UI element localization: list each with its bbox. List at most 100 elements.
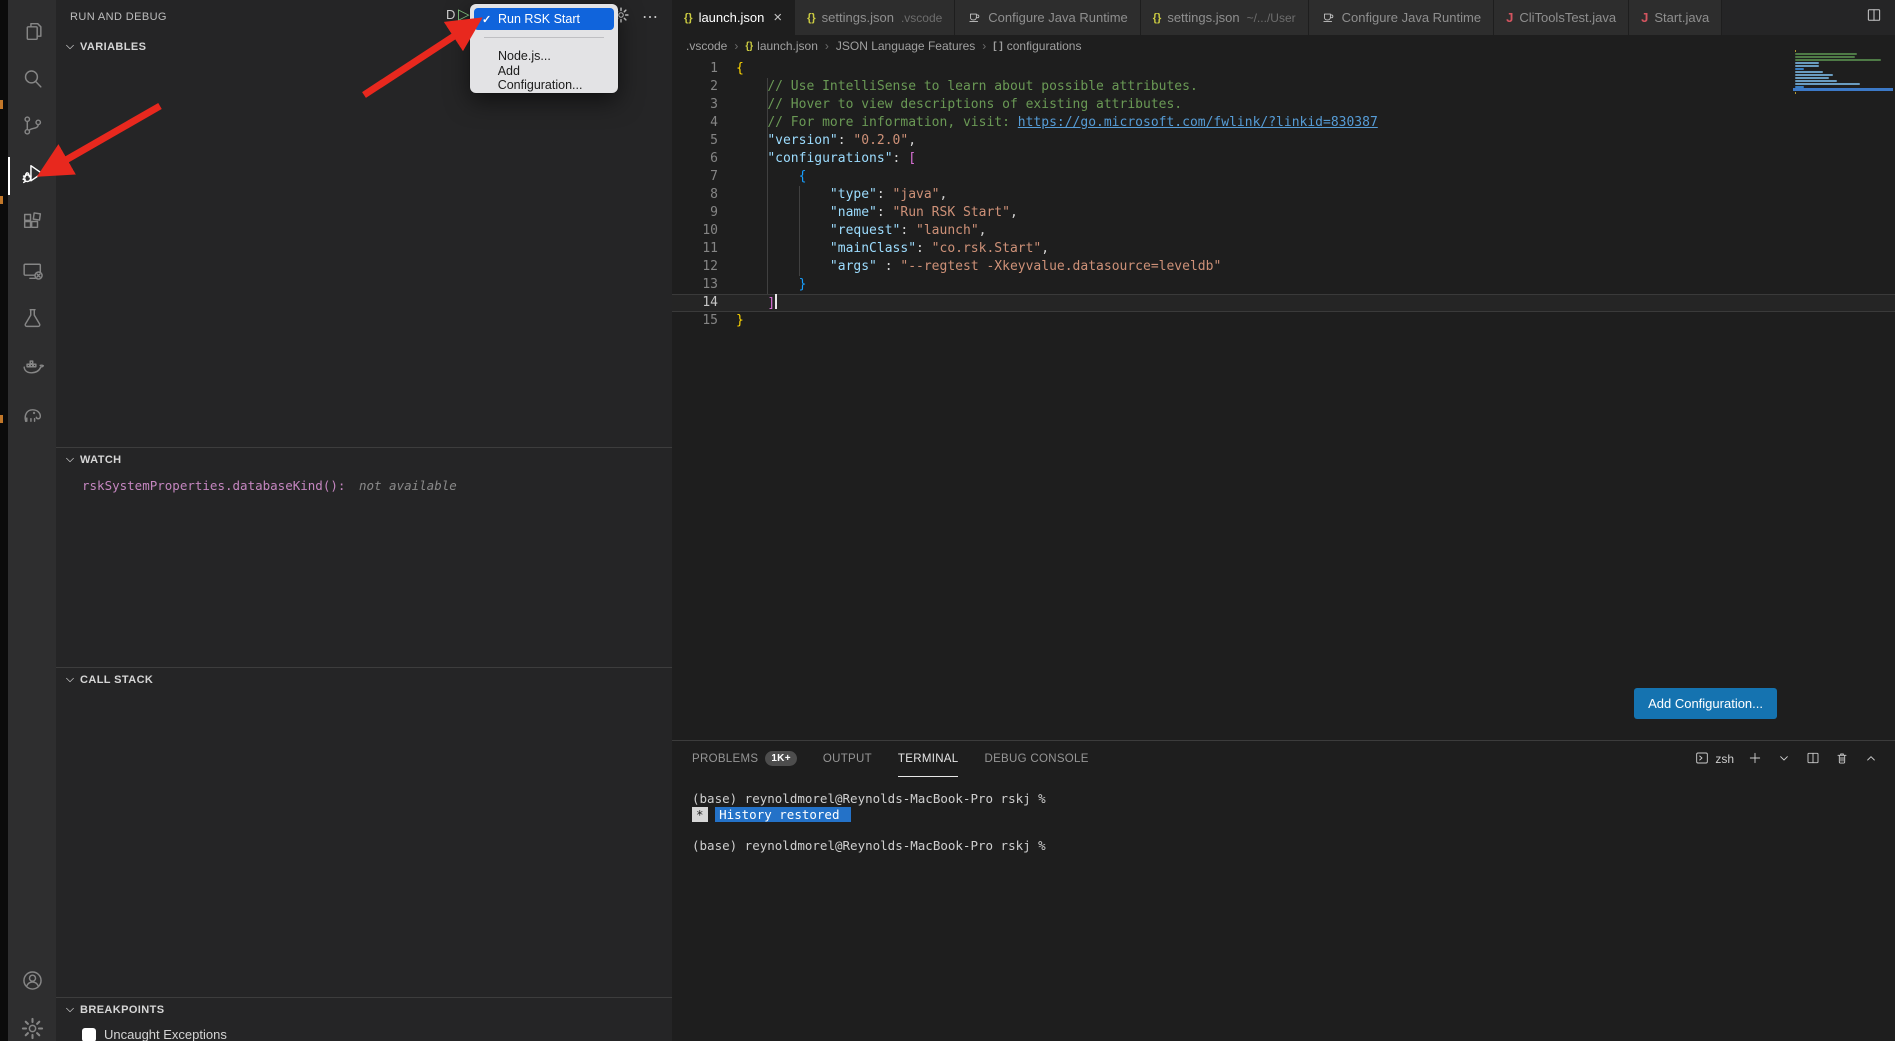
activity-item-run-and-debug[interactable] [8,154,56,198]
minimap-line [1795,50,1796,52]
breadcrumb-item[interactable]: {} launch.json [745,39,818,53]
code-line-12[interactable]: 12 "args" : "--regtest -Xkeyvalue.dataso… [672,258,1895,276]
breadcrumb-separator: › [825,39,829,53]
code-line-6[interactable]: 6 "configurations": [ [672,150,1895,168]
tab-detail: .vscode [901,11,942,25]
line-number: 2 [672,78,718,96]
minimap[interactable] [1793,48,1893,112]
new-terminal-button[interactable] [1747,750,1763,769]
activity-item-explorer[interactable] [8,12,56,56]
tab-clitoolstest-java[interactable]: JCliToolsTest.java [1494,0,1629,35]
breadcrumb-item[interactable]: JSON Language Features [836,39,975,53]
minimap-line [1795,71,1823,73]
code-editor[interactable]: 1{2 // Use IntelliSense to learn about p… [672,60,1895,330]
activity-item-settings[interactable] [8,1009,56,1041]
json-file-icon: {} [807,12,816,24]
panel-tab-debug-console[interactable]: DEBUG CONSOLE [984,741,1088,777]
code-line-15[interactable]: 15} [672,312,1895,330]
code-line-8[interactable]: 8 "type": "java", [672,186,1895,204]
panel-tab-problems[interactable]: PROBLEMS1K+ [692,741,797,777]
code-line-9[interactable]: 9 "name": "Run RSK Start", [672,204,1895,222]
kill-terminal-button[interactable] [1834,750,1850,769]
close-icon[interactable]: × [773,9,782,26]
line-content: "request": "launch", [736,222,986,240]
code-line-7[interactable]: 7 { [672,168,1895,186]
breadcrumb-icon: {} [745,41,753,52]
tab-settings-json[interactable]: {} settings.json .vscode [795,0,955,35]
more-actions-icon[interactable]: ⋯ [642,7,658,27]
plus-icon [1747,750,1763,769]
docker-icon [20,353,45,383]
breadcrumb-label: JSON Language Features [836,39,975,53]
chevron-down-icon [62,1003,78,1017]
minimap-line [1795,92,1796,94]
indent-guide [767,222,768,240]
call-stack-section: CALL STACK [56,667,672,692]
code-line-10[interactable]: 10 "request": "launch", [672,222,1895,240]
call-stack-section-header[interactable]: CALL STACK [56,668,672,692]
start-debugging-icon[interactable]: ▷ [458,5,470,23]
code-line-13[interactable]: 13 } [672,276,1895,294]
debug-icon [20,161,45,191]
tab-configure-java-runtime[interactable]: Configure Java Runtime [955,0,1140,35]
breadcrumb-item[interactable]: .vscode [686,39,727,53]
code-line-1[interactable]: 1{ [672,60,1895,78]
menu-item-run-rsk-start[interactable]: ✓Run RSK Start [474,8,614,30]
breadcrumb-label: .vscode [686,39,727,53]
menu-item-label: Run RSK Start [498,12,580,26]
line-content: { [736,60,744,78]
split-editor-icon[interactable] [1865,6,1883,29]
watch-section-header[interactable]: WATCH [56,448,672,472]
activity-item-extensions[interactable] [8,203,56,247]
activity-item-accounts[interactable] [8,961,56,1005]
launch-profile-button[interactable]: zsh [1694,750,1734,769]
activity-item-source-control[interactable] [8,106,56,150]
minimap-line [1795,65,1819,67]
activity-item-remote-explorer[interactable] [8,251,56,295]
activity-item-testing[interactable] [8,298,56,342]
code-line-5[interactable]: 5 "version": "0.2.0", [672,132,1895,150]
panel-tab-output[interactable]: OUTPUT [823,741,872,777]
activity-item-search[interactable] [8,59,56,103]
split-terminal-button[interactable] [1805,750,1821,769]
check-icon: ✓ [482,13,498,26]
code-line-2[interactable]: 2 // Use IntelliSense to learn about pos… [672,78,1895,96]
tab-label: settings.json [822,10,894,25]
uncaught-exceptions-checkbox[interactable] [82,1028,96,1041]
maximize-panel-button[interactable] [1863,750,1879,769]
breadcrumb-label: configurations [1007,39,1082,53]
code-line-3[interactable]: 3 // Hover to view descriptions of exist… [672,96,1895,114]
editor-tab-bar: {}launch.json× {} settings.json .vscode Conf… [672,0,1895,35]
java-cup-icon [1321,9,1336,27]
breadcrumb-separator: › [734,39,738,53]
code-line-4[interactable]: 4 // For more information, visit: https:… [672,114,1895,132]
activity-item-gradle[interactable] [8,395,56,439]
menu-item-add-configuration-[interactable]: Add Configuration... [474,67,614,89]
breadcrumb-label: launch.json [757,39,818,53]
watch-expression-row[interactable]: rskSystemProperties.databaseKind(): not … [82,478,672,493]
tab-launch-json[interactable]: {}launch.json× [672,0,795,35]
code-line-11[interactable]: 11 "mainClass": "co.rsk.Start", [672,240,1895,258]
panel-tab-label: OUTPUT [823,753,872,765]
section-label: WATCH [80,454,122,466]
breakpoints-section-header[interactable]: BREAKPOINTS [56,998,672,1022]
tab-settings-json[interactable]: {}settings.json~/.../User [1141,0,1309,35]
panel-tab-terminal[interactable]: TERMINAL [898,741,959,777]
add-configuration-button[interactable]: Add Configuration... [1634,688,1777,719]
breadcrumb-item[interactable]: [ ]configurations [993,39,1081,53]
tab-start-java[interactable]: JStart.java [1629,0,1722,35]
tab-configure-java-runtime[interactable]: Configure Java Runtime [1309,0,1494,35]
line-number: 14 [672,294,718,312]
code-line-14[interactable]: 14 ] [672,294,1895,312]
section-label: BREAKPOINTS [80,1004,164,1016]
tab-label: Start.java [1654,10,1709,25]
terminal-output[interactable]: (base) reynoldmorel@Reynolds-MacBook-Pro… [672,777,1895,853]
tab-label: settings.json [1167,10,1239,25]
minimap-line [1795,77,1829,79]
indent-guide [767,258,768,276]
terminal-dropdown-button[interactable] [1776,750,1792,769]
activity-item-docker[interactable] [8,346,56,390]
line-content: // For more information, visit: https://… [736,114,1378,132]
line-content: "version": "0.2.0", [736,132,916,150]
line-content: "type": "java", [736,186,947,204]
